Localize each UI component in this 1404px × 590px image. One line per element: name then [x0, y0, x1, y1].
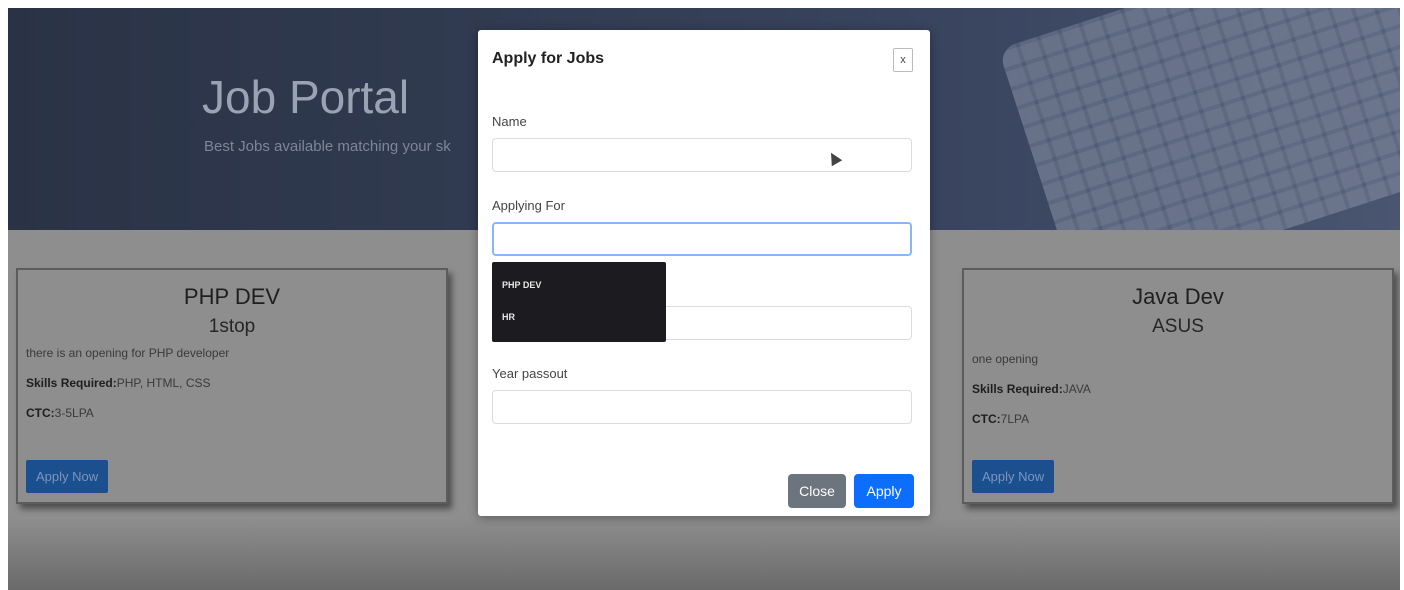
job-card-php: PHP DEV 1stop there is an opening for PH…: [16, 268, 448, 504]
dropdown-option-php-dev[interactable]: PHP DEV: [502, 280, 541, 290]
apply-now-button[interactable]: Apply Now: [26, 460, 109, 493]
applying-for-label: Applying For: [492, 198, 565, 213]
job-skills: Skills Required:PHP, HTML, CSS: [26, 376, 446, 390]
modal-title: Apply for Jobs: [492, 50, 605, 67]
skills-label: Skills Required:: [972, 382, 1063, 396]
year-passout-input[interactable]: [492, 390, 912, 424]
job-skills: Skills Required:JAVA: [972, 382, 1392, 396]
job-company: ASUS: [1152, 316, 1204, 337]
close-button[interactable]: Close: [788, 474, 846, 508]
job-card-java: Java Dev ASUS one opening Skills Require…: [962, 268, 1394, 504]
hero-title: Job Portal: [202, 71, 410, 123]
name-label: Name: [492, 114, 527, 129]
dropdown-option-hr[interactable]: HR: [502, 312, 515, 322]
skills-label: Skills Required:: [26, 376, 117, 390]
job-company: 1stop: [208, 316, 256, 337]
apply-now-button[interactable]: Apply Now: [972, 460, 1055, 493]
job-ctc: CTC:7LPA: [972, 412, 1392, 426]
apply-modal: Apply for Jobs x Name Applying For Year …: [478, 30, 930, 516]
applying-for-input[interactable]: [492, 222, 912, 256]
job-title: Java Dev: [1132, 284, 1224, 309]
ctc-value: 7LPA: [1000, 412, 1030, 426]
name-input[interactable]: [492, 138, 912, 172]
hero-subtitle: Best Jobs available matching your sk: [204, 138, 451, 155]
close-icon[interactable]: x: [893, 48, 913, 72]
year-passout-label: Year passout: [492, 366, 568, 381]
job-description: there is an opening for PHP developer: [26, 346, 230, 360]
ctc-label: CTC:: [26, 406, 55, 420]
apply-button[interactable]: Apply: [854, 474, 914, 508]
page: Job Portal Best Jobs available matching …: [8, 8, 1400, 590]
skills-value: PHP, HTML, CSS: [116, 376, 211, 390]
ctc-label: CTC:: [972, 412, 1001, 426]
laptop-background-image: [998, 8, 1400, 230]
job-title: PHP DEV: [183, 284, 281, 309]
ctc-value: 3-5LPA: [54, 406, 94, 420]
job-ctc: CTC:3-5LPA: [26, 406, 446, 420]
autocomplete-dropdown: PHP DEV HR: [492, 262, 666, 342]
job-description: one opening: [972, 352, 1039, 366]
skills-value: JAVA: [1062, 382, 1091, 396]
